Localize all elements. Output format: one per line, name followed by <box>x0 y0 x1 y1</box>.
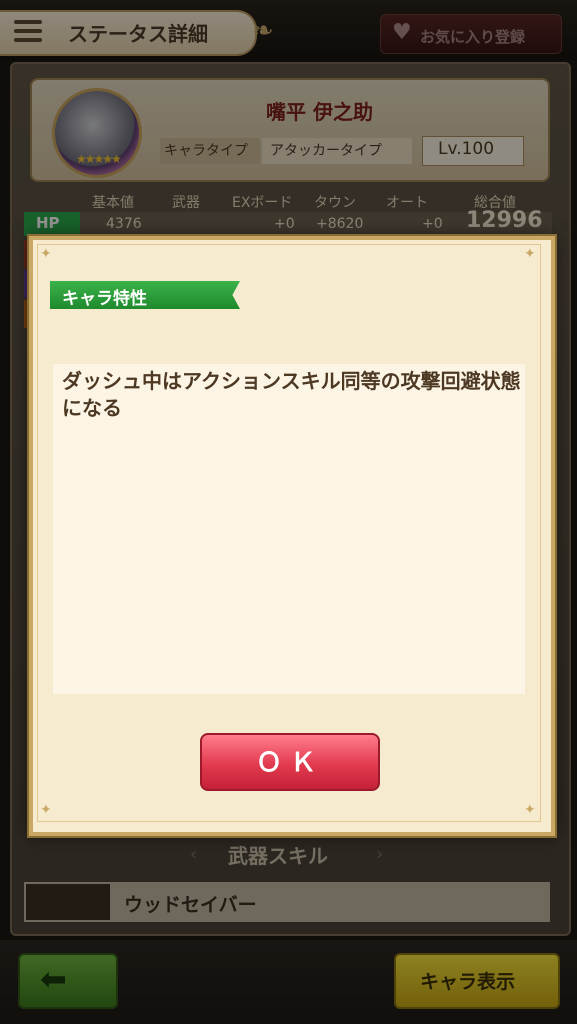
ribbon-label: キャラ特性 <box>62 289 147 309</box>
trait-description: ダッシュ中はアクションスキル同等の攻撃回避状態になる <box>62 369 521 420</box>
corner-ornament-icon: ✦ <box>524 802 536 818</box>
corner-ornament-icon: ✦ <box>40 802 52 818</box>
corner-ornament-icon: ✦ <box>40 246 52 262</box>
ok-label: ＯＫ <box>256 748 325 778</box>
corner-ornament-icon: ✦ <box>524 246 536 262</box>
